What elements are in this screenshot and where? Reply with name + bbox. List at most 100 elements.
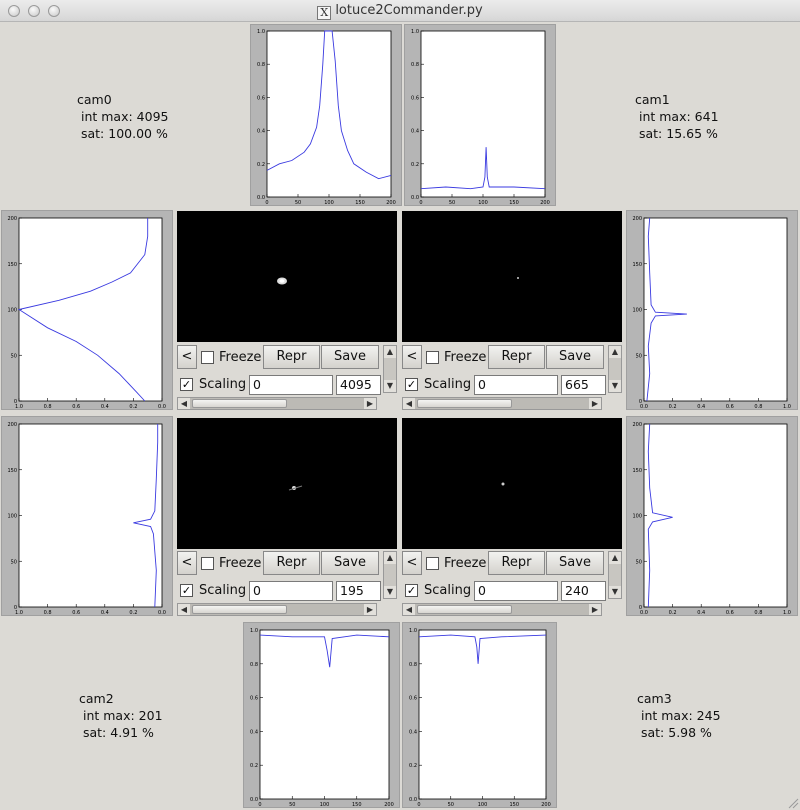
cam3-save-button[interactable]: Save bbox=[546, 551, 604, 575]
cam0-horizontal-scrollbar[interactable]: ◀ ▶ bbox=[177, 397, 377, 410]
cam0-label: cam0 bbox=[77, 92, 112, 107]
cam3-image[interactable] bbox=[402, 418, 622, 549]
cam3-scroll-thumb[interactable] bbox=[417, 605, 512, 614]
cam3-scale-max-input[interactable]: 240 bbox=[561, 581, 606, 601]
cam3-scaling-checkbox[interactable]: ✓ bbox=[405, 584, 418, 597]
y-tick-label: 1.0 bbox=[409, 628, 417, 634]
resize-grip-icon[interactable] bbox=[787, 797, 799, 809]
cam0-repr-button[interactable]: Repr bbox=[263, 345, 320, 369]
cam1-repr-button[interactable]: Repr bbox=[488, 345, 545, 369]
cam2-scroll-thumb[interactable] bbox=[192, 605, 287, 614]
y-tick-label: 0.4 bbox=[257, 129, 265, 135]
cam2-scroll-left-icon[interactable]: ◀ bbox=[178, 604, 190, 615]
cam1-save-button[interactable]: Save bbox=[546, 345, 604, 369]
x-tick-label: 200 bbox=[386, 200, 396, 205]
y-tick-label: 100 bbox=[7, 514, 17, 520]
cam2-label: cam2 bbox=[79, 691, 114, 706]
cam2-scaling-checkbox[interactable]: ✓ bbox=[180, 584, 193, 597]
cam0-save-button[interactable]: Save bbox=[321, 345, 379, 369]
cam0-scaling-checkbox[interactable]: ✓ bbox=[180, 378, 193, 391]
cam0-scaling-label: Scaling bbox=[199, 377, 247, 392]
cam1-scroll-left-icon[interactable]: ◀ bbox=[403, 398, 415, 409]
y-tick-label: 0.0 bbox=[250, 797, 258, 803]
cam2-back-button[interactable]: < bbox=[177, 551, 197, 575]
cam0-vertical-scrollbar[interactable]: ▲ ▼ bbox=[383, 345, 397, 393]
cam2-horizontal-scrollbar[interactable]: ◀ ▶ bbox=[177, 603, 377, 616]
cam1-image[interactable] bbox=[402, 211, 622, 342]
cam1-profile-svg: 0.0 0.2 0.4 0.6 0.8 1.0050100150200 bbox=[632, 216, 791, 409]
cam3-scroll-down-icon[interactable]: ▼ bbox=[609, 586, 621, 598]
cam0-scroll-left-icon[interactable]: ◀ bbox=[178, 398, 190, 409]
x-tick-label: 1.0 bbox=[783, 404, 791, 409]
cam1-scroll-right-icon[interactable]: ▶ bbox=[589, 398, 601, 409]
cam1-horizontal-scrollbar[interactable]: ◀ ▶ bbox=[402, 397, 602, 410]
x-tick-label: 0.8 bbox=[44, 404, 52, 409]
cam0-sat: sat: 100.00 % bbox=[80, 126, 168, 141]
cam1-profile-svg: 0 50 100 150 200 0.0 0.2 0.4 0.6 0.8 1.0 bbox=[411, 29, 550, 205]
plot-area bbox=[18, 423, 163, 608]
cam1-scale-min-input[interactable]: 0 bbox=[474, 375, 558, 395]
cam0-scroll-down-icon[interactable]: ▼ bbox=[384, 380, 396, 392]
cam3-info: cam3 int max: 245 sat: 5.98 % bbox=[637, 690, 721, 741]
cam3-repr-button[interactable]: Repr bbox=[488, 551, 545, 575]
cam1-scale-max-input[interactable]: 665 bbox=[561, 375, 606, 395]
cam1-controls: < Freeze Repr Save ✓ Scaling 0 665 ▲ ▼ ◀ ▶ bbox=[402, 343, 622, 413]
x-tick-label: 0.8 bbox=[754, 404, 762, 409]
cam2-scaling-label: Scaling bbox=[199, 583, 247, 598]
cam2-controls: < Freeze Repr Save ✓ Scaling 0 195 ▲ ▼ ◀ ▶ bbox=[177, 549, 397, 619]
cam1-scaling-checkbox[interactable]: ✓ bbox=[405, 378, 418, 391]
cam3-back-button[interactable]: < bbox=[402, 551, 422, 575]
cam2-scale-max-input[interactable]: 195 bbox=[336, 581, 381, 601]
cam1-vertical-scrollbar[interactable]: ▲ ▼ bbox=[608, 345, 622, 393]
y-tick-label: 0 bbox=[639, 399, 642, 405]
cam0-scroll-right-icon[interactable]: ▶ bbox=[364, 398, 376, 409]
cam1-scroll-down-icon[interactable]: ▼ bbox=[609, 380, 621, 392]
cam3-freeze-checkbox[interactable] bbox=[426, 557, 439, 570]
y-tick-label: 0 bbox=[14, 605, 17, 611]
cam3-scroll-left-icon[interactable]: ◀ bbox=[403, 604, 415, 615]
cam1-back-button[interactable]: < bbox=[402, 345, 422, 369]
cam3-scroll-up-icon[interactable]: ▲ bbox=[609, 552, 621, 564]
cam1-scroll-up-icon[interactable]: ▲ bbox=[609, 346, 621, 358]
cam3-scale-min-input[interactable]: 0 bbox=[474, 581, 558, 601]
cam0-int-max: int max: 4095 bbox=[80, 109, 169, 124]
x-tick-label: 0.0 bbox=[158, 610, 166, 615]
x-tick-label: 100 bbox=[320, 802, 330, 807]
cam0-horizontal-profile-plot: 0 50 100 150 200 0.0 0.2 0.4 0.6 0.8 1.0 bbox=[250, 24, 402, 206]
cam0-back-button[interactable]: < bbox=[177, 345, 197, 369]
cam2-scroll-up-icon[interactable]: ▲ bbox=[384, 552, 396, 564]
cam0-image[interactable] bbox=[177, 211, 397, 342]
cam0-scroll-thumb[interactable] bbox=[192, 399, 287, 408]
y-tick-label: 50 bbox=[11, 559, 17, 565]
cam2-repr-button[interactable]: Repr bbox=[263, 551, 320, 575]
cam2-image[interactable] bbox=[177, 418, 397, 549]
cam2-save-button[interactable]: Save bbox=[321, 551, 379, 575]
cam0-freeze-checkbox[interactable] bbox=[201, 351, 214, 364]
x-tick-label: 50 bbox=[448, 802, 454, 807]
cam2-scale-min-input[interactable]: 0 bbox=[249, 581, 333, 601]
cam3-horizontal-scrollbar[interactable]: ◀ ▶ bbox=[402, 603, 602, 616]
cam0-info: cam0 int max: 4095 sat: 100.00 % bbox=[77, 91, 168, 142]
cam2-scroll-down-icon[interactable]: ▼ bbox=[384, 586, 396, 598]
x-tick-label: 0.6 bbox=[726, 404, 734, 409]
cam2-sat: sat: 4.91 % bbox=[82, 725, 154, 740]
cam1-scroll-thumb[interactable] bbox=[417, 399, 512, 408]
cam0-scroll-up-icon[interactable]: ▲ bbox=[384, 346, 396, 358]
y-tick-label: 150 bbox=[632, 468, 642, 474]
x-tick-label: 1.0 bbox=[783, 610, 791, 615]
y-tick-label: 0.2 bbox=[250, 763, 258, 769]
x-tick-label: 150 bbox=[509, 802, 519, 807]
x-tick-label: 0 bbox=[417, 802, 420, 807]
cam2-freeze-checkbox[interactable] bbox=[201, 557, 214, 570]
cam0-image-canvas bbox=[277, 277, 287, 285]
cam2-vertical-scrollbar[interactable]: ▲ ▼ bbox=[383, 551, 397, 599]
plot-area bbox=[420, 30, 546, 198]
cam2-scroll-right-icon[interactable]: ▶ bbox=[364, 604, 376, 615]
y-tick-label: 0.6 bbox=[250, 696, 258, 702]
cam1-freeze-checkbox[interactable] bbox=[426, 351, 439, 364]
cam3-scroll-right-icon[interactable]: ▶ bbox=[589, 604, 601, 615]
cam3-vertical-scrollbar[interactable]: ▲ ▼ bbox=[608, 551, 622, 599]
cam0-scale-max-input[interactable]: 4095 bbox=[336, 375, 381, 395]
cam0-scale-min-input[interactable]: 0 bbox=[249, 375, 333, 395]
y-tick-label: 100 bbox=[632, 308, 642, 314]
